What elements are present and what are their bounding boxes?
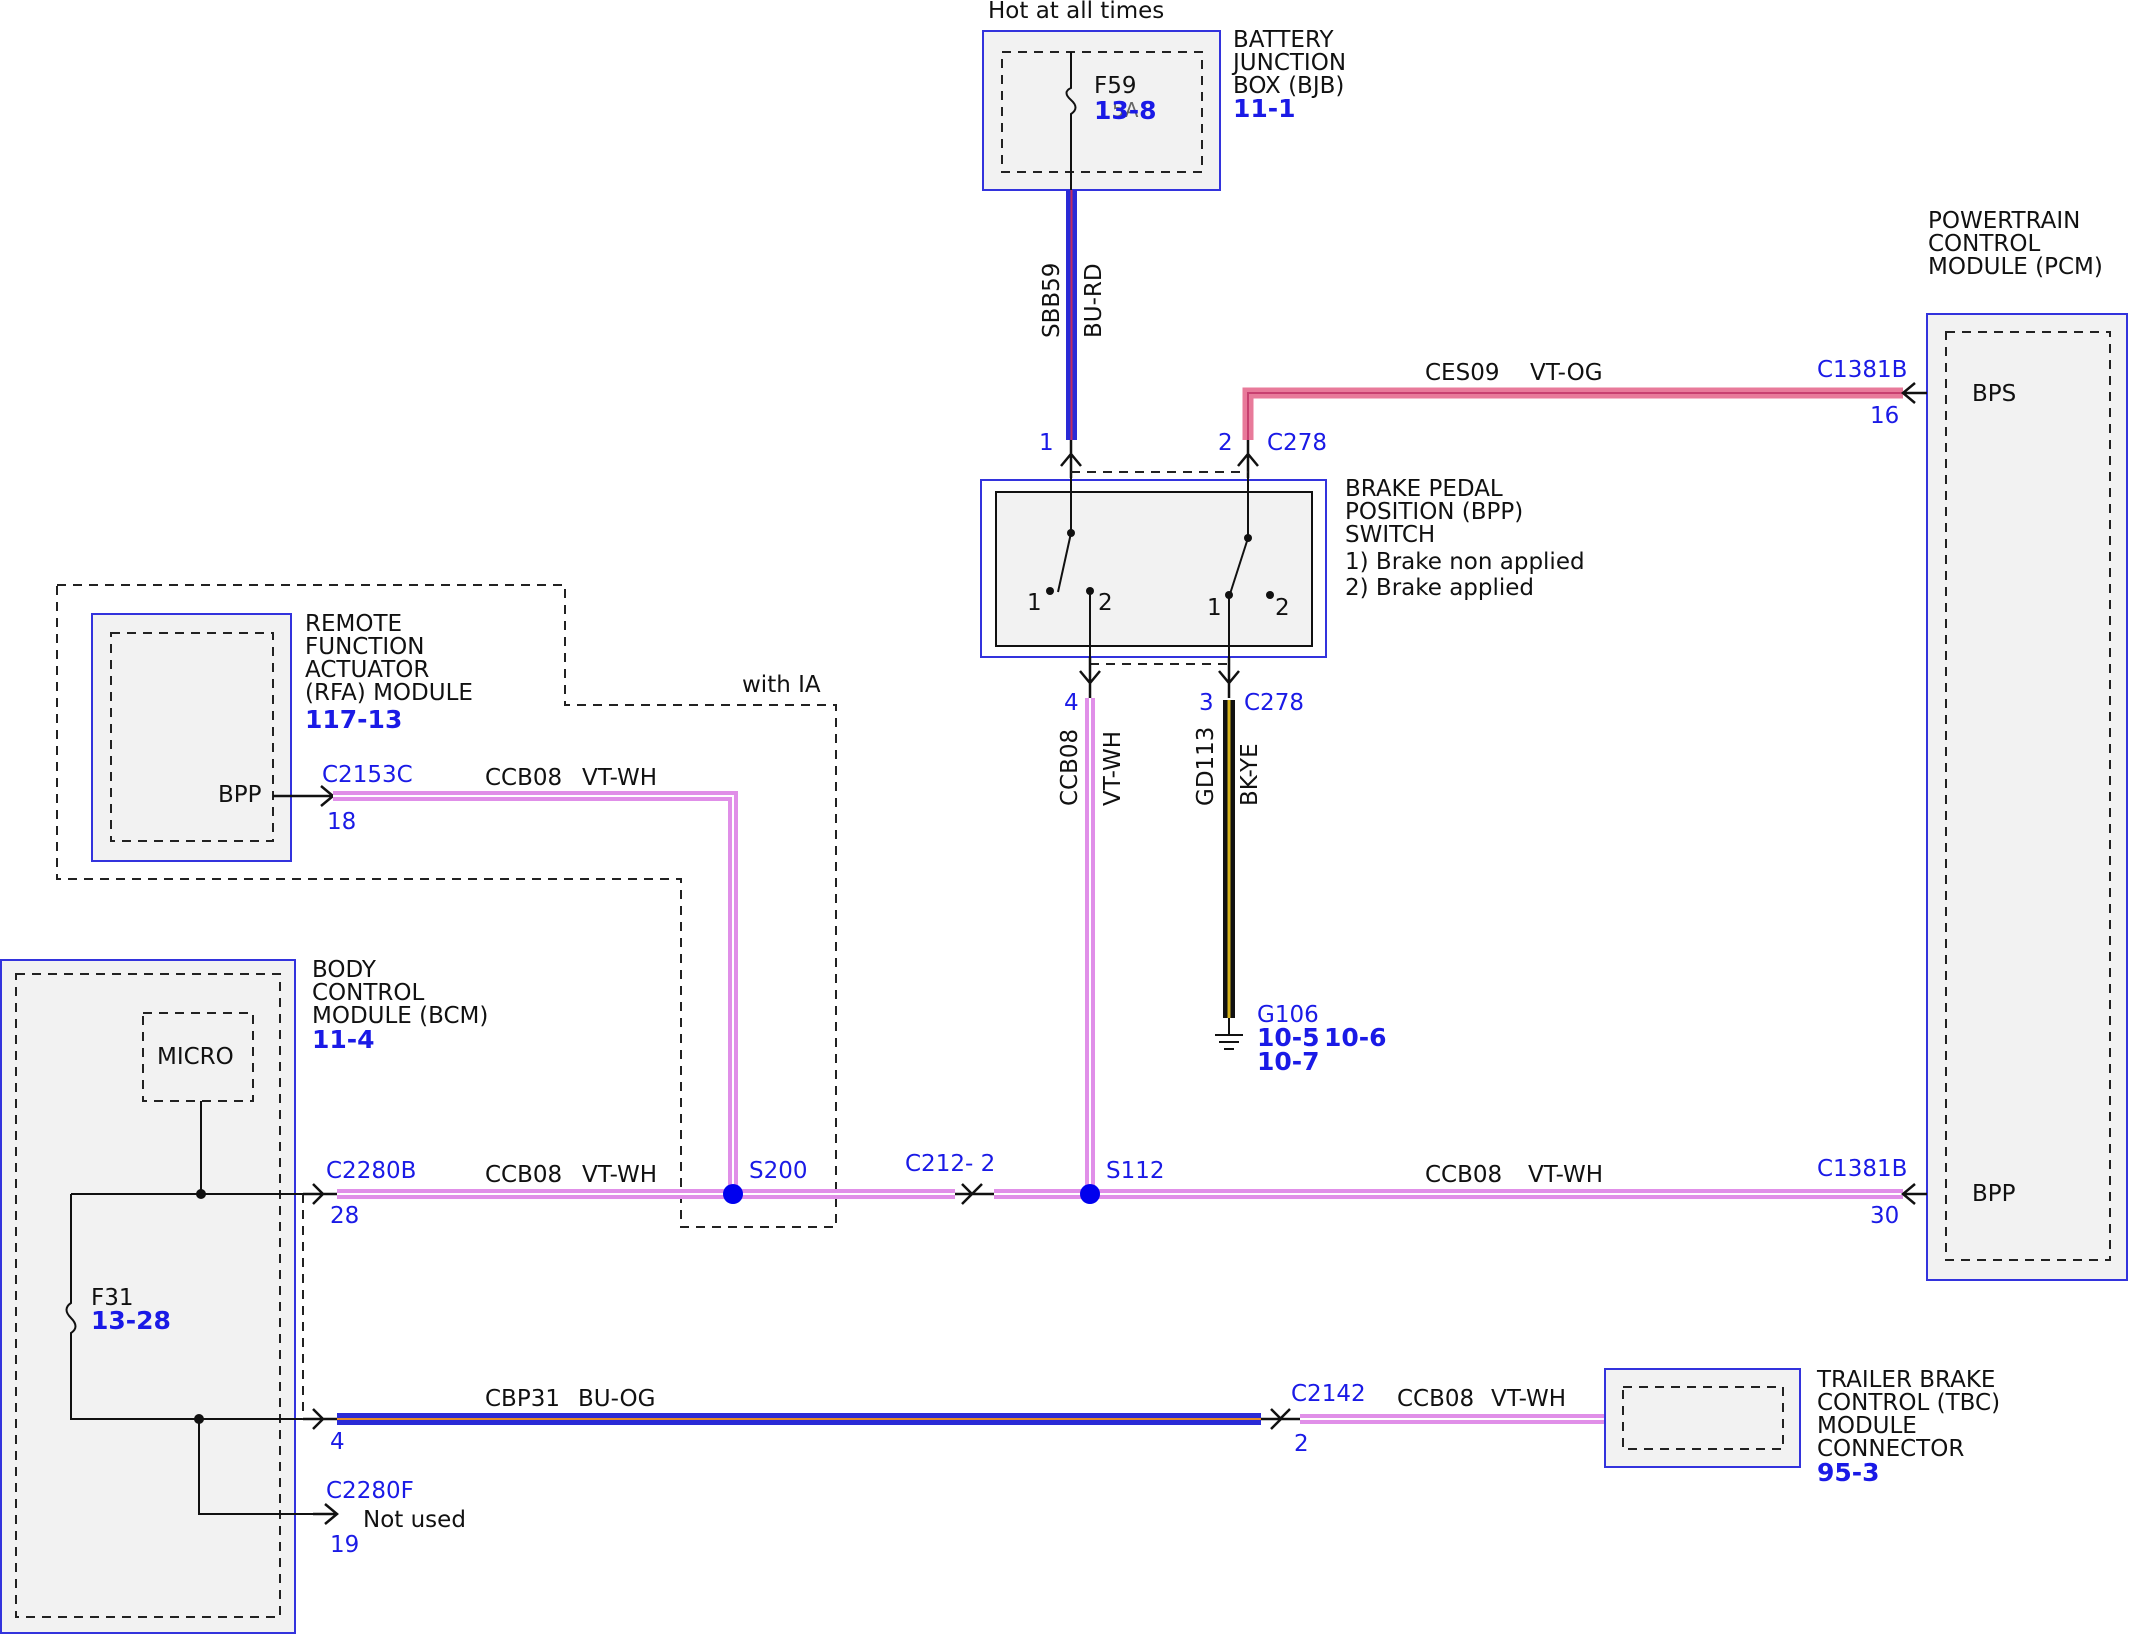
bcm-c2280f-connector: C2280F — [326, 1478, 414, 1504]
pcm-module — [1926, 313, 2128, 1281]
bpp-note-line2: 2) Brake applied — [1345, 575, 1534, 601]
bpp-switch-a-contact2-label: 2 — [1098, 590, 1113, 616]
pcm-bpp-connector-icon — [1901, 1183, 1927, 1205]
rfa-connector: C2153C — [322, 762, 413, 788]
ces09-circuit: CES09 — [1425, 360, 1499, 386]
gd113-color: BK-YE — [1237, 743, 1263, 806]
ccb08-tbc-circuit: CCB08 — [1397, 1386, 1474, 1412]
pcm-bps-connector-icon — [1901, 382, 1927, 404]
bcm-c2280f-connector-icon — [313, 1503, 339, 1525]
bpp-connector-bottom: C278 — [1244, 690, 1304, 716]
bpp-note-line1: 1) Brake non applied — [1345, 549, 1585, 575]
ccb08-switch-circuit: CCB08 — [1057, 729, 1083, 806]
ccb08-bcm-circuit: CCB08 — [485, 1162, 562, 1188]
c2142-connector-icon — [1261, 1408, 1300, 1430]
c212-connector-icon — [955, 1183, 994, 1205]
rfa-pin: 18 — [327, 809, 356, 835]
ccb08-pcm-color: VT-WH — [1528, 1162, 1603, 1188]
bpp-pin1: 1 — [1039, 430, 1054, 456]
pcm-bps-pin-name: BPS — [1972, 381, 2016, 407]
ces09-color: VT-OG — [1530, 360, 1603, 386]
rfa-option-label: with IA — [742, 672, 821, 698]
bpp-switch-b-contact2-label: 2 — [1275, 595, 1290, 621]
pcm-bps-connector: C1381B — [1817, 357, 1907, 383]
rfa-module — [91, 613, 292, 862]
bcm-pin4-connector-icon — [303, 1408, 337, 1430]
bcm-junction-bottom — [194, 1414, 204, 1424]
s200-label: S200 — [749, 1158, 808, 1184]
bpp-switch-inner — [995, 491, 1313, 647]
bpp-switch-b-contact2 — [1266, 591, 1274, 599]
ccb08-bcm-color: VT-WH — [582, 1162, 657, 1188]
bcm-not-used: Not used — [363, 1507, 466, 1533]
f31-fuse-ref[interactable]: 13-28 — [91, 1306, 171, 1335]
rfa-name-line4: (RFA) MODULE — [305, 680, 473, 706]
ces09-wire-stripe — [1247, 392, 1903, 440]
c212-label: C212- 2 — [905, 1151, 995, 1177]
sbb59-circuit: SBB59 — [1039, 263, 1065, 338]
f59-fuse-ref[interactable]: 13-8 — [1094, 96, 1157, 125]
pcm-bpp-pin-name: BPP — [1972, 1181, 2016, 1207]
bcm-c2280b-connector-icon — [303, 1183, 337, 1205]
bpp-switch-a-contact1 — [1046, 587, 1054, 595]
bpp-switch-b-contact1-label: 1 — [1207, 595, 1222, 621]
ground-ref-3[interactable]: 10-7 — [1257, 1047, 1320, 1076]
bcm-ref-link[interactable]: 11-4 — [312, 1025, 375, 1054]
cbp31-circuit: CBP31 — [485, 1386, 560, 1412]
bjb-ref-link[interactable]: 11-1 — [1233, 94, 1296, 123]
gd113-circuit: GD113 — [1193, 727, 1219, 806]
rfa-ref-link[interactable]: 117-13 — [305, 705, 402, 734]
bpp-pin2: 2 — [1218, 430, 1233, 456]
ccb08-rfa-circuit: CCB08 — [485, 765, 562, 791]
bcm-pin-19: 19 — [330, 1532, 359, 1558]
ccb08-pcm-circuit: CCB08 — [1425, 1162, 1502, 1188]
bpp-pin4: 4 — [1064, 690, 1079, 716]
bjb-hot-label: Hot at all times — [988, 0, 1164, 24]
bcm-micro-label: MICRO — [157, 1044, 234, 1070]
c2142-pin: 2 — [1294, 1431, 1309, 1457]
tbc-module — [1604, 1368, 1801, 1468]
ccb08-switch-color: VT-WH — [1100, 731, 1126, 806]
sbb59-color: BU-RD — [1081, 263, 1107, 338]
bpp-connector-top: C278 — [1267, 430, 1327, 456]
bcm-c2280b-connector: C2280B — [326, 1158, 416, 1184]
ground-ref-2[interactable]: 10-6 — [1324, 1023, 1387, 1052]
cbp31-color: BU-OG — [578, 1386, 655, 1412]
tbc-ref-link[interactable]: 95-3 — [1817, 1458, 1880, 1487]
c2142-connector: C2142 — [1291, 1381, 1366, 1407]
ground-icon — [1215, 1034, 1243, 1050]
s112-label: S112 — [1106, 1158, 1165, 1184]
ccb08-tbc-color: VT-WH — [1491, 1386, 1566, 1412]
ces09-wire — [1242, 387, 1903, 440]
rfa-pin-name: BPP — [218, 782, 262, 808]
bcm-pin-28: 28 — [330, 1203, 359, 1229]
bpp-switch-a-contact1-label: 1 — [1027, 590, 1042, 616]
pcm-bpp-pin: 30 — [1870, 1203, 1899, 1229]
bpp-pin3: 3 — [1199, 690, 1214, 716]
pcm-name-line3: MODULE (PCM) — [1928, 254, 2103, 280]
s112-splice — [1080, 1184, 1100, 1204]
bcm-pin-4: 4 — [330, 1429, 345, 1455]
bcm-module — [0, 959, 296, 1634]
s200-splice — [723, 1184, 743, 1204]
bpp-name-line3: SWITCH — [1345, 522, 1435, 548]
ccb08-rfa-color: VT-WH — [582, 765, 657, 791]
wiring-diagram: Hot at all times F59 5A 13-8 BATTERY JUN… — [0, 0, 2128, 1634]
pcm-bpp-connector: C1381B — [1817, 1156, 1907, 1182]
pcm-bps-pin: 16 — [1870, 403, 1899, 429]
